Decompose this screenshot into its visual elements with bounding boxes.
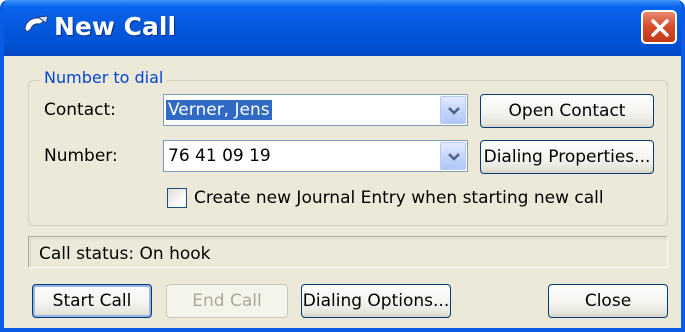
close-button[interactable]: Close	[548, 284, 668, 318]
close-window-button[interactable]	[641, 10, 677, 44]
contact-value: Verner, Jens	[166, 100, 272, 120]
title-bar[interactable]: New Call	[4, 0, 681, 56]
contact-dropdown-button[interactable]	[440, 96, 466, 124]
number-combobox[interactable]: 76 41 09 19	[163, 140, 468, 172]
call-status-text: Call status: On hook	[39, 244, 211, 264]
dialing-options-button[interactable]: Dialing Options...	[301, 284, 451, 318]
call-status-bar: Call status: On hook	[28, 236, 668, 268]
journal-entry-label[interactable]: Create new Journal Entry when starting n…	[194, 188, 604, 208]
new-call-dialog: New Call Number to dial Contact: Verner,…	[0, 0, 685, 332]
start-call-button[interactable]: Start Call	[32, 284, 152, 318]
end-call-button: End Call	[166, 284, 288, 318]
number-label: Number:	[44, 146, 118, 166]
open-contact-button[interactable]: Open Contact	[480, 94, 654, 128]
group-label: Number to dial	[40, 68, 168, 87]
contact-label: Contact:	[44, 100, 116, 120]
number-value: 76 41 09 19	[168, 146, 271, 166]
window-title: New Call	[54, 12, 177, 41]
phone-handset-icon	[22, 14, 50, 38]
dialing-properties-button[interactable]: Dialing Properties...	[480, 140, 654, 174]
number-dropdown-button[interactable]	[440, 142, 466, 170]
contact-combobox[interactable]: Verner, Jens	[163, 94, 468, 126]
journal-entry-checkbox[interactable]	[167, 188, 187, 208]
